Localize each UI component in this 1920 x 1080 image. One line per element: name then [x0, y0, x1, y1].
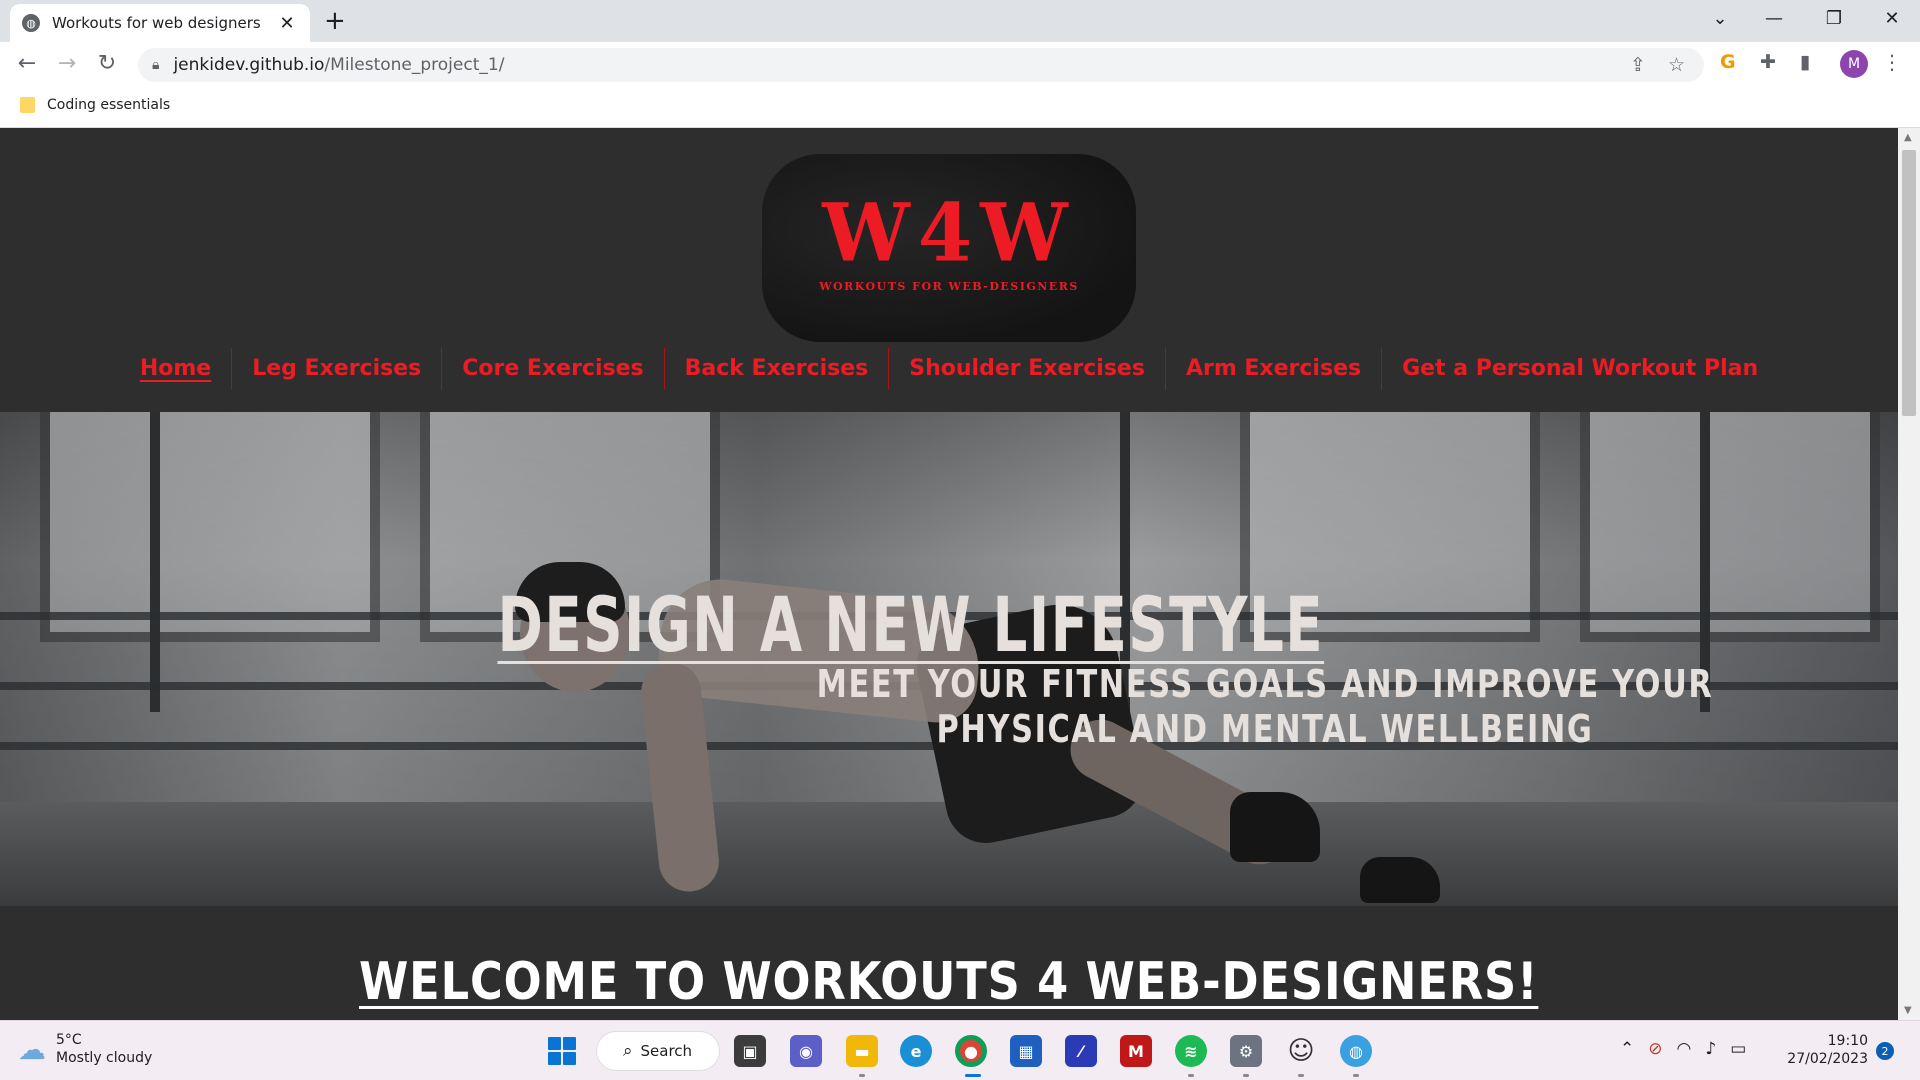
url-host: jenkidev.github.io	[173, 55, 325, 75]
wifi-icon[interactable]: ◠	[1677, 1039, 1692, 1059]
network-warning-icon[interactable]: ⊘	[1648, 1039, 1662, 1059]
browser-toolbar: ← → ↻ 🔒︎ jenkidev.github.io/Milestone_pr…	[0, 42, 1920, 87]
nav-arm-exercises[interactable]: Arm Exercises	[1166, 348, 1383, 390]
cloud-sun-icon: ☁	[18, 1032, 46, 1066]
site-logo[interactable]: W4W WORKOUTS FOR WEB-DESIGNERS	[762, 154, 1136, 342]
nav-core-exercises[interactable]: Core Exercises	[442, 348, 665, 390]
windows-logo-icon	[563, 1052, 576, 1065]
nav-home[interactable]: Home	[120, 348, 233, 390]
tab-title: Workouts for web designers	[52, 14, 261, 32]
share-icon[interactable]: ⇪	[1630, 54, 1646, 76]
weather-desc: Mostly cloudy	[56, 1050, 153, 1066]
hero-subtitle-text: MEET YOUR FITNESS GOALS AND IMPROVE YOUR…	[816, 662, 1714, 751]
scroll-thumb[interactable]	[1902, 150, 1916, 416]
weather-temp: 5°C	[56, 1032, 82, 1048]
emoji-face-icon[interactable]: ☺	[1285, 1035, 1317, 1067]
new-tab-button[interactable]: +	[324, 8, 346, 34]
edge-icon[interactable]: e	[900, 1035, 932, 1067]
back-button[interactable]: ←	[12, 50, 42, 78]
weather-widget[interactable]: ☁ 5°C Mostly cloudy	[18, 1031, 152, 1067]
nav-back-exercises[interactable]: Back Exercises	[665, 348, 890, 390]
extension-g-icon[interactable]: G	[1720, 51, 1736, 73]
globe-app-icon[interactable]: ◍	[1340, 1035, 1372, 1067]
notification-badge[interactable]: 2	[1876, 1042, 1894, 1060]
scroll-up-arrow-icon[interactable]: ▲	[1904, 132, 1912, 143]
lock-icon[interactable]: 🔒︎	[152, 57, 159, 73]
hero-subtitle: MEET YOUR FITNESS GOALS AND IMPROVE YOUR…	[660, 662, 1870, 752]
page-scrollbar[interactable]: ▲ ▼	[1898, 128, 1920, 1020]
chevron-up-icon[interactable]: ⌃	[1620, 1039, 1634, 1059]
running-indicator	[859, 1074, 865, 1077]
active-indicator	[965, 1074, 981, 1077]
bookmark-folder-coding-essentials[interactable]: Coding essentials	[20, 97, 170, 113]
welcome-heading-text: WELCOME TO WORKOUTS 4 WEB-DESIGNERS!	[359, 952, 1539, 1012]
reload-button[interactable]: ↻	[92, 50, 122, 78]
nav-shoulder-exercises[interactable]: Shoulder Exercises	[889, 348, 1166, 390]
spotify-icon[interactable]: ≋	[1175, 1035, 1207, 1067]
windows-logo-icon	[563, 1037, 576, 1050]
settings-gear-icon[interactable]: ⚙	[1230, 1035, 1262, 1067]
task-view-icon[interactable]: ▣	[734, 1035, 766, 1067]
address-bar[interactable]: 🔒︎ jenkidev.github.io/Milestone_project_…	[138, 48, 1704, 82]
bookmark-star-icon[interactable]: ☆	[1668, 54, 1685, 76]
running-indicator	[1298, 1074, 1304, 1077]
windows-logo-icon	[548, 1052, 561, 1065]
search-icon: ⌕	[623, 1041, 633, 1061]
url-path: /Milestone_project_1/	[324, 55, 505, 75]
running-indicator	[1353, 1074, 1359, 1077]
mcafee-icon[interactable]: M	[1120, 1035, 1152, 1067]
editor-app-icon[interactable]: ⁄	[1065, 1035, 1097, 1067]
restore-button[interactable]: ❐	[1814, 6, 1854, 32]
bookmarks-bar: Coding essentials	[0, 87, 1920, 128]
folder-icon	[20, 97, 35, 113]
windows-logo-icon	[548, 1037, 561, 1050]
volume-icon[interactable]: ♪	[1705, 1039, 1716, 1059]
page-viewport: W4W WORKOUTS FOR WEB-DESIGNERS Home Leg …	[0, 128, 1898, 1020]
nav-leg-exercises[interactable]: Leg Exercises	[232, 348, 443, 390]
windows-taskbar: ☁ 5°C Mostly cloudy ⌕ Search ▣ ◉ ▬ e ● ▦…	[0, 1020, 1920, 1080]
menu-kebab-icon[interactable]: ⋮	[1882, 50, 1902, 74]
bookmark-label: Coding essentials	[47, 97, 171, 113]
search-label: Search	[640, 1042, 693, 1060]
site-navigation: Home Leg Exercises Core Exercises Back E…	[0, 348, 1898, 390]
scroll-down-arrow-icon[interactable]: ▼	[1904, 1005, 1912, 1016]
logo-title: W4W	[822, 187, 1076, 280]
browser-tab[interactable]: ◍ Workouts for web designers ✕	[10, 4, 310, 42]
minimize-button[interactable]: —	[1754, 6, 1794, 32]
running-indicator	[1188, 1074, 1194, 1077]
athlete-figure	[1360, 857, 1440, 903]
close-window-button[interactable]: ✕	[1872, 6, 1912, 32]
start-button[interactable]	[548, 1037, 576, 1065]
clock-date: 27/02/2023	[1787, 1051, 1868, 1067]
system-tray: ⌃ ⊘ ◠ ♪ ▭	[1620, 1039, 1760, 1059]
close-tab-icon[interactable]: ✕	[276, 13, 298, 34]
running-indicator	[1243, 1074, 1249, 1077]
clock-time: 19:10	[1827, 1033, 1868, 1049]
chrome-icon[interactable]: ●	[955, 1035, 987, 1067]
battery-icon[interactable]: ▭	[1730, 1039, 1746, 1059]
athlete-figure	[1230, 792, 1320, 862]
nav-personal-workout-plan[interactable]: Get a Personal Workout Plan	[1382, 348, 1778, 390]
teams-chat-icon[interactable]: ◉	[790, 1035, 822, 1067]
welcome-heading: WELCOME TO WORKOUTS 4 WEB-DESIGNERS!	[0, 952, 1898, 1012]
forward-button[interactable]: →	[52, 50, 82, 78]
hero-title: DESIGN A NEW LIFESTYLE	[497, 580, 1325, 669]
store-icon[interactable]: ▦	[1010, 1035, 1042, 1067]
extensions-puzzle-icon[interactable]: ✚	[1760, 51, 1776, 73]
file-explorer-icon[interactable]: ▬	[846, 1035, 878, 1067]
taskbar-search[interactable]: ⌕ Search	[596, 1031, 720, 1071]
side-panel-icon[interactable]: ▮	[1800, 51, 1810, 73]
globe-icon: ◍	[22, 14, 40, 32]
tab-strip: ◍ Workouts for web designers ✕ + ⌄ — ❐ ✕	[0, 0, 1920, 42]
tab-search-chevron-icon[interactable]: ⌄	[1700, 6, 1740, 32]
profile-avatar[interactable]: M	[1840, 50, 1868, 78]
taskbar-clock[interactable]: 19:10 27/02/2023	[1780, 1032, 1868, 1068]
logo-subtitle: WORKOUTS FOR WEB-DESIGNERS	[819, 280, 1079, 293]
